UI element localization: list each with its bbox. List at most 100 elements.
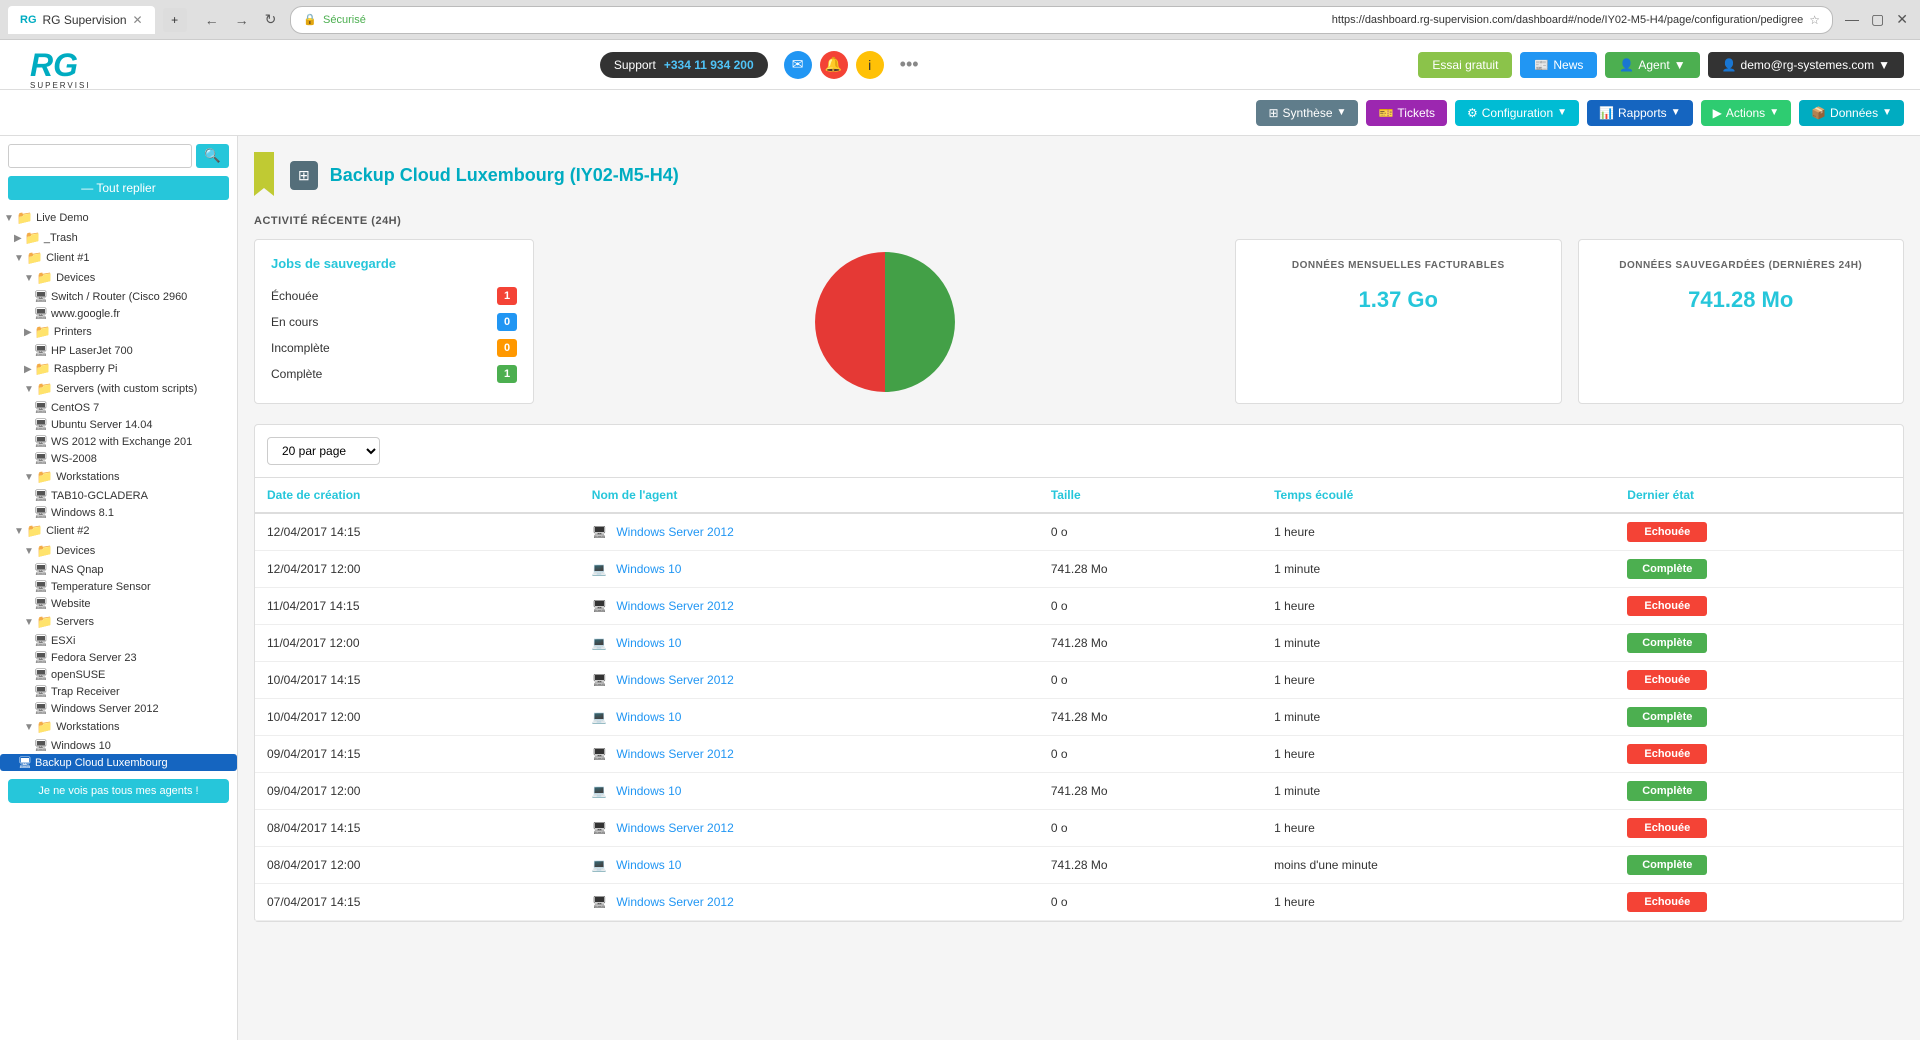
minimize-button[interactable]: — (1841, 11, 1863, 28)
close-button[interactable]: ✕ (1892, 11, 1912, 28)
agent-link[interactable]: Windows 10 (616, 784, 681, 798)
status-button[interactable]: Echouée (1627, 670, 1707, 690)
tree-item[interactable]: ▼📁Servers (0, 612, 237, 632)
actions-button[interactable]: ▶ Actions ▼ (1701, 100, 1792, 126)
grid-view-button[interactable]: ⊞ (290, 161, 318, 190)
tree-item[interactable]: 🖥WS 2012 with Exchange 201 (0, 433, 237, 450)
per-page-select[interactable]: 20 par page 50 par page 100 par page (267, 437, 380, 465)
status-button[interactable]: Echouée (1627, 522, 1707, 542)
reload-button[interactable]: ↻ (259, 9, 283, 30)
tree-item[interactable]: 🖥Website (0, 595, 237, 612)
svg-text:SUPERVISION: SUPERVISION (30, 81, 88, 90)
tree-item[interactable]: 🖥Ubuntu Server 14.04 (0, 416, 237, 433)
new-tab-button[interactable]: + (163, 8, 187, 32)
user-menu-button[interactable]: 👤 demo@rg-systemes.com ▼ (1708, 52, 1904, 78)
rapports-button[interactable]: 📊 Rapports ▼ (1587, 100, 1693, 126)
device-icon: 🖥 (34, 668, 48, 681)
agent-link[interactable]: Windows 10 (616, 858, 681, 872)
search-input[interactable] (8, 144, 192, 168)
cell-agent: 🖥 Windows Server 2012 (580, 736, 1039, 773)
agent-visibility-button[interactable]: Je ne vois pas tous mes agents ! (8, 779, 229, 803)
configuration-button[interactable]: ⚙ Configuration ▼ (1455, 100, 1579, 126)
agent-link[interactable]: Windows 10 (616, 636, 681, 650)
tree-item[interactable]: ▼📁Devices (0, 541, 237, 561)
tree-label: Backup Cloud Luxembourg (35, 757, 168, 769)
status-button[interactable]: Complète (1627, 781, 1707, 801)
agent-link[interactable]: Windows 10 (616, 710, 681, 724)
tree-item[interactable]: 🖥Fedora Server 23 (0, 649, 237, 666)
tree-item[interactable]: 🖥openSUSE (0, 666, 237, 683)
data-table: Date de création Nom de l'agent Taille T… (255, 478, 1903, 921)
agent-link[interactable]: Windows Server 2012 (616, 599, 733, 613)
server-icon: 🖥 (592, 673, 607, 687)
status-button[interactable]: Echouée (1627, 818, 1707, 838)
stats-row: DONNÉES MENSUELLES FACTURABLES 1.37 Go D… (1235, 239, 1904, 404)
status-button[interactable]: Echouée (1627, 892, 1707, 912)
status-button[interactable]: Echouée (1627, 596, 1707, 616)
synthese-icon: ⊞ (1268, 106, 1278, 120)
tree-item[interactable]: ▼📁Workstations (0, 467, 237, 487)
tree-item[interactable]: 🖥Windows 8.1 (0, 504, 237, 521)
tree-item[interactable]: 🖥TAB10-GCLADERA (0, 487, 237, 504)
info-icon-button[interactable]: i (856, 51, 884, 79)
status-button[interactable]: Echouée (1627, 744, 1707, 764)
agent-link[interactable]: Windows Server 2012 (616, 525, 733, 539)
tree-item[interactable]: 🖥HP LaserJet 700 (0, 342, 237, 359)
agent-button[interactable]: 👤 Agent ▼ (1605, 52, 1699, 78)
status-button[interactable]: Complète (1627, 559, 1707, 579)
essai-button[interactable]: Essai gratuit (1418, 52, 1512, 78)
tree-item[interactable]: ▶📁Raspberry Pi (0, 359, 237, 379)
agent-link[interactable]: Windows Server 2012 (616, 895, 733, 909)
support-phone: +334 11 934 200 (664, 58, 754, 72)
messages-icon-button[interactable]: ✉ (784, 51, 812, 79)
donnees-button[interactable]: 📦 Données ▼ (1799, 100, 1904, 126)
tree-item[interactable]: ▼📁Workstations (0, 717, 237, 737)
tree-item[interactable]: ▼📁Client #1 (0, 248, 237, 268)
agent-link[interactable]: Windows 10 (616, 562, 681, 576)
back-button[interactable]: ← (199, 10, 225, 30)
tree-item[interactable]: ▼📁Servers (with custom scripts) (0, 379, 237, 399)
tickets-button[interactable]: 🎫 Tickets (1366, 100, 1447, 126)
tree-item[interactable]: 🖥Backup Cloud Luxembourg (0, 754, 237, 771)
status-button[interactable]: Complète (1627, 633, 1707, 653)
news-button[interactable]: 📰 News (1520, 52, 1597, 78)
alert-icon-button[interactable]: 🔔 (820, 51, 848, 79)
tree-item[interactable]: ▶📁Printers (0, 322, 237, 342)
tree-item[interactable]: 🖥www.google.fr (0, 305, 237, 322)
tree-item[interactable]: 🖥NAS Qnap (0, 561, 237, 578)
header-icons: ✉ 🔔 i (784, 51, 884, 79)
tab-close-icon[interactable]: ✕ (133, 13, 143, 27)
search-button[interactable]: 🔍 (196, 144, 229, 168)
tree-item[interactable]: 🖥Temperature Sensor (0, 578, 237, 595)
cell-agent: 💻 Windows 10 (580, 773, 1039, 810)
tree-item[interactable]: 🖥CentOS 7 (0, 399, 237, 416)
tree-item[interactable]: ▶📁_Trash (0, 228, 237, 248)
status-button[interactable]: Complète (1627, 855, 1707, 875)
tree-item[interactable]: ▼📁Live Demo (0, 208, 237, 228)
tree-item[interactable]: 🖥Windows 10 (0, 737, 237, 754)
synthese-button[interactable]: ⊞ Synthèse ▼ (1256, 100, 1358, 126)
agent-link[interactable]: Windows Server 2012 (616, 821, 733, 835)
status-button[interactable]: Complète (1627, 707, 1707, 727)
tree-item[interactable]: 🖥ESXi (0, 632, 237, 649)
agent-link[interactable]: Windows Server 2012 (616, 673, 733, 687)
forward-button[interactable]: → (229, 10, 255, 30)
tree-item[interactable]: 🖥Windows Server 2012 (0, 700, 237, 717)
cell-time: 1 minute (1262, 551, 1615, 588)
address-bar[interactable]: 🔒 Sécurisé https://dashboard.rg-supervis… (290, 6, 1833, 34)
tree-item[interactable]: 🖥Switch / Router (Cisco 2960 (0, 288, 237, 305)
page-title: Backup Cloud Luxembourg (IY02-M5-H4) (330, 165, 679, 186)
tree-item[interactable]: ▼📁Client #2 (0, 521, 237, 541)
tree-item[interactable]: 🖥Trap Receiver (0, 683, 237, 700)
tout-replier-button[interactable]: — Tout replier (8, 176, 229, 200)
more-options-icon[interactable]: ••• (900, 54, 919, 75)
bookmark-star-icon[interactable]: ☆ (1809, 13, 1820, 27)
agent-link[interactable]: Windows Server 2012 (616, 747, 733, 761)
tree-item[interactable]: ▼📁Devices (0, 268, 237, 288)
browser-tab[interactable]: RG RG Supervision ✕ (8, 6, 155, 34)
tree-label: Live Demo (36, 212, 89, 224)
tree-label: openSUSE (51, 669, 105, 681)
maximize-button[interactable]: ▢ (1867, 11, 1888, 28)
tree-item[interactable]: 🖥WS-2008 (0, 450, 237, 467)
job-badge: 0 (497, 313, 517, 331)
